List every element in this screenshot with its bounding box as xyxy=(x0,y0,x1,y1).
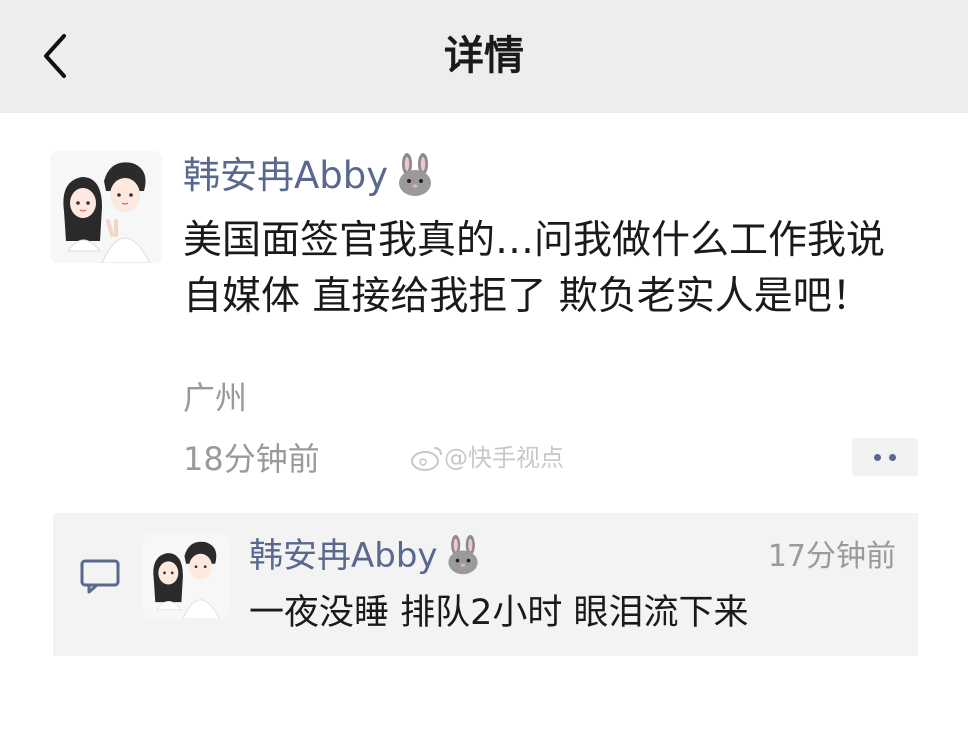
rabbit-face-icon xyxy=(447,535,478,575)
post-time: 18分钟前 xyxy=(183,440,320,478)
page-title: 详情 xyxy=(444,33,524,79)
avatar[interactable] xyxy=(143,533,229,619)
comment-time: 17分钟前 xyxy=(767,539,896,574)
post-author[interactable]: 韩安冉Abby xyxy=(183,151,438,201)
post-text: 美国面签官我真的…问我做什么工作我说自媒体 直接给我拒了 欺负老实人是吧！ xyxy=(183,218,886,319)
avatar-illustration xyxy=(50,151,162,263)
rabbit-face-icon xyxy=(399,153,432,196)
post-location[interactable]: 广州 xyxy=(183,376,247,420)
avatar[interactable] xyxy=(50,151,162,263)
more-dots-icon xyxy=(874,453,881,461)
more-dots-icon xyxy=(889,453,896,461)
avatar-illustration xyxy=(143,533,229,619)
more-button[interactable] xyxy=(852,438,918,476)
comment-text: 一夜没睡 排队2小时 眼泪流下来 xyxy=(249,593,749,633)
comment-icon xyxy=(80,559,120,594)
comment-author-name[interactable]: 韩安冉Abby xyxy=(249,533,438,579)
post-author-name[interactable]: 韩安冉Abby xyxy=(183,151,388,201)
watermark: @快手视点 xyxy=(410,443,564,473)
comment-author[interactable]: 韩安冉Abby xyxy=(249,533,484,579)
top-bar: 详情 xyxy=(0,0,968,113)
watermark-text: @快手视点 xyxy=(444,444,564,472)
comment-section: 韩安冉Abby 17分钟前 一夜没睡 排队2小时 眼泪流下来 xyxy=(53,513,918,656)
weibo-logo-icon xyxy=(411,447,442,471)
